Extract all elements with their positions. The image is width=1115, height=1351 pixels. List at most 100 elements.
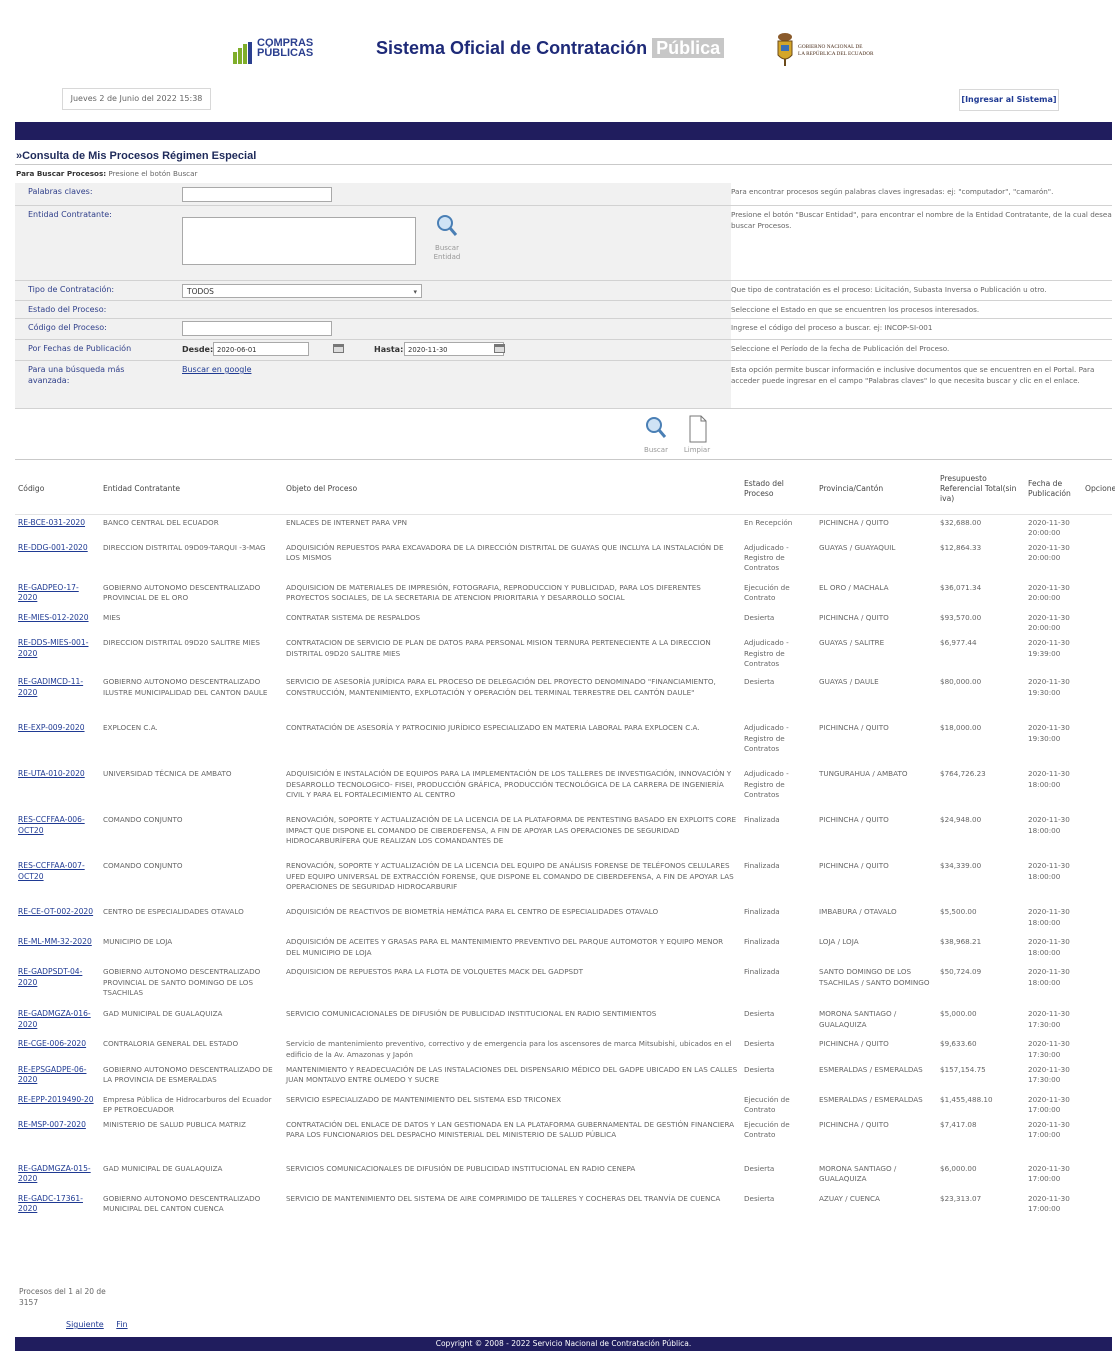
process-code-link[interactable]: RE-GADMGZA-016-2020 xyxy=(15,1006,100,1036)
options-cell xyxy=(1082,635,1112,674)
table-row: RE-GADMGZA-016-2020 GAD MUNICIPAL DE GUAL… xyxy=(15,1006,1112,1036)
date-cell: 2020-11-30 17:00:00 xyxy=(1028,1194,1070,1214)
process-code-link[interactable]: RES-CCFFAA-006-OCT20 xyxy=(15,812,100,858)
process-code-link[interactable]: RE-DDG-001-2020 xyxy=(15,540,100,580)
column-header: Presupuesto Referencial Total(sin iva) xyxy=(937,464,1025,515)
dates-field-cell: Desde: 2020-06-01 Hasta: 2020-11-30 xyxy=(178,340,731,360)
budget-cell: $80,000.00 xyxy=(940,677,982,687)
keywords-label: Palabras claves: xyxy=(15,183,178,205)
options-cell xyxy=(1082,674,1112,720)
search-entity-button[interactable]: Buscar Entidad xyxy=(431,212,463,268)
column-header: Código xyxy=(15,464,100,515)
entity-cell: COMANDO CONJUNTO xyxy=(103,815,183,825)
process-code-link[interactable]: RE-GADPEO-17-2020 xyxy=(15,580,100,610)
object-cell: CONTRATACIÓN DE ASESORÍA Y PATROCINIO JU… xyxy=(286,723,700,733)
entity-cell: GOBIERNO AUTONOMO DESCENTRALIZADO PROVIN… xyxy=(103,582,261,603)
form-row-type: Tipo de Contratación: TODOS ▾ Que tipo d… xyxy=(15,281,1112,300)
calendar-icon[interactable] xyxy=(333,344,344,353)
top-nav-band xyxy=(15,122,1112,140)
date-from-input[interactable]: 2020-06-01 xyxy=(213,342,309,356)
process-code-link[interactable]: RE-GADMGZA-015-2020 xyxy=(15,1161,100,1191)
object-cell: ADQUISICIÓN DE REACTIVOS DE BIOMETRÍA HE… xyxy=(286,907,659,917)
options-cell xyxy=(1082,812,1112,858)
date-cell: 2020-11-30 20:00:00 xyxy=(1028,582,1070,603)
province-cell: PICHINCHA / QUITO xyxy=(819,723,889,733)
process-code-link[interactable]: RE-EXP-009-2020 xyxy=(15,720,100,766)
process-code-link[interactable]: RES-CCFFAA-007-OCT20 xyxy=(15,858,100,904)
process-code-link[interactable]: RE-ML-MM-32-2020 xyxy=(15,934,100,964)
process-code-input[interactable] xyxy=(182,321,332,336)
google-search-link[interactable]: Buscar en google xyxy=(182,365,251,374)
search-button[interactable]: Buscar xyxy=(639,414,673,456)
clear-button[interactable]: Limpiar xyxy=(680,414,714,456)
object-cell: SERVICIO COMUNICACIONALES DE DIFUSIÓN DE… xyxy=(286,1009,657,1019)
process-code-link[interactable]: RE-EPSGADPE-06-2020 xyxy=(15,1062,100,1092)
process-code-link[interactable]: RE-MSP-007-2020 xyxy=(15,1117,100,1161)
advanced-field-cell: Buscar en google xyxy=(178,361,731,408)
hint-text: Presione el botón Buscar xyxy=(108,169,198,178)
table-row: RE-GADMGZA-015-2020 GAD MUNICIPAL DE GUAL… xyxy=(15,1161,1112,1191)
site-title-main: Sistema Oficial de Contratación xyxy=(376,38,648,58)
entity-cell: UNIVERSIDAD TÉCNICA DE AMBATO xyxy=(103,769,232,779)
province-cell: PICHINCHA / QUITO xyxy=(819,612,889,622)
process-code-link[interactable]: RE-CGE-006-2020 xyxy=(15,1036,100,1061)
table-row: RE-GADPEO-17-2020 GOBIERNO AUTONOMO DESCE… xyxy=(15,580,1112,610)
budget-cell: $32,688.00 xyxy=(940,517,982,527)
pagination: Siguiente Fin xyxy=(66,1320,138,1329)
budget-cell: $6,000.00 xyxy=(940,1164,977,1174)
current-date: Jueves 2 de Junio del 2022 15:38 xyxy=(62,88,211,110)
table-row: RE-DDS-MIES-001-2020 DIRECCION DISTRITAL … xyxy=(15,635,1112,674)
state-label: Estado del Proceso: xyxy=(15,301,178,318)
state-cell: Finalizada xyxy=(744,937,780,947)
entity-cell: GOBIERNO AUTONOMO DESCENTRALIZADO PROVIN… xyxy=(103,967,261,997)
process-code-link[interactable]: RE-UTA-010-2020 xyxy=(15,766,100,812)
date-cell: 2020-11-30 19:39:00 xyxy=(1028,638,1070,658)
state-cell: Desierta xyxy=(744,612,775,622)
process-code-link[interactable]: RE-BCE-031-2020 xyxy=(15,514,100,540)
code-label: Código del Proceso: xyxy=(15,319,178,339)
calendar-icon[interactable] xyxy=(494,344,505,353)
next-page-link[interactable]: Siguiente xyxy=(66,1320,104,1329)
budget-cell: $5,500.00 xyxy=(940,907,977,917)
process-code-link[interactable]: RE-EPP-2019490-20 xyxy=(15,1092,100,1117)
date-cell: 2020-11-30 17:30:00 xyxy=(1028,1009,1070,1029)
process-code-link[interactable]: RE-GADC-17361-2020 xyxy=(15,1191,100,1221)
state-cell: Finalizada xyxy=(744,967,780,977)
process-code-link[interactable]: RE-CE-OT-002-2020 xyxy=(15,904,100,934)
date-cell: 2020-11-30 18:00:00 xyxy=(1028,815,1070,835)
dates-description: Seleccione el Período de la fecha de Pub… xyxy=(731,344,950,353)
process-code-link[interactable]: RE-GADPSDT-04-2020 xyxy=(15,964,100,1006)
object-cell: SERVICIO DE ASESORÍA JURÍDICA PARA EL PR… xyxy=(286,677,716,697)
compras-publicas-logo: COMPRAS PÚBLICAS xyxy=(233,38,318,68)
date-to-input[interactable]: 2020-11-30 xyxy=(404,342,504,356)
date-cell: 2020-11-30 17:00:00 xyxy=(1028,1094,1070,1114)
budget-cell: $93,570.00 xyxy=(940,612,982,622)
contract-type-select[interactable]: TODOS ▾ xyxy=(182,284,422,298)
entity-cell: CENTRO DE ESPECIALIDADES OTAVALO xyxy=(103,907,244,917)
process-code-link[interactable]: RE-MIES-012-2020 xyxy=(15,610,100,635)
process-code-link[interactable]: RE-DDS-MIES-001-2020 xyxy=(15,635,100,674)
code-field-cell xyxy=(178,319,731,339)
date-cell: 2020-11-30 17:30:00 xyxy=(1028,1064,1070,1084)
entity-textarea[interactable] xyxy=(182,217,416,265)
date-from-label: Desde: xyxy=(182,345,214,354)
province-cell: GUAYAS / DAULE xyxy=(819,677,879,687)
state-cell: Desierta xyxy=(744,1194,775,1204)
province-cell: GUAYAS / GUAYAQUIL xyxy=(819,542,896,552)
table-row: RE-GADC-17361-2020 GOBIERNO AUTONOMO DESC… xyxy=(15,1191,1112,1221)
state-cell: Ejecución de Contrato xyxy=(744,582,790,603)
options-cell xyxy=(1082,1062,1112,1092)
login-link[interactable]: [Ingresar al Sistema] xyxy=(959,89,1059,111)
keywords-description: Para encontrar procesos según palabras c… xyxy=(731,187,1054,196)
entity-cell: DIRECCION DISTRITAL 09D20 SALITRE MIES xyxy=(103,638,260,648)
options-cell xyxy=(1082,1161,1112,1191)
last-page-link[interactable]: Fin xyxy=(116,1320,127,1329)
entity-cell: MUNICIPIO DE LOJA xyxy=(103,937,173,947)
state-cell: Desierta xyxy=(744,1164,775,1174)
keywords-input[interactable] xyxy=(182,187,332,202)
object-cell: ADQUISICION DE MATERIALES DE IMPRESIÓN, … xyxy=(286,582,701,603)
process-code-link[interactable]: RE-GADIMCD-11-2020 xyxy=(15,674,100,720)
site-title: Sistema Oficial de Contratación Pública xyxy=(376,38,725,59)
object-cell: ENLACES DE INTERNET PARA VPN xyxy=(286,517,407,527)
budget-cell: $5,000.00 xyxy=(940,1009,977,1019)
